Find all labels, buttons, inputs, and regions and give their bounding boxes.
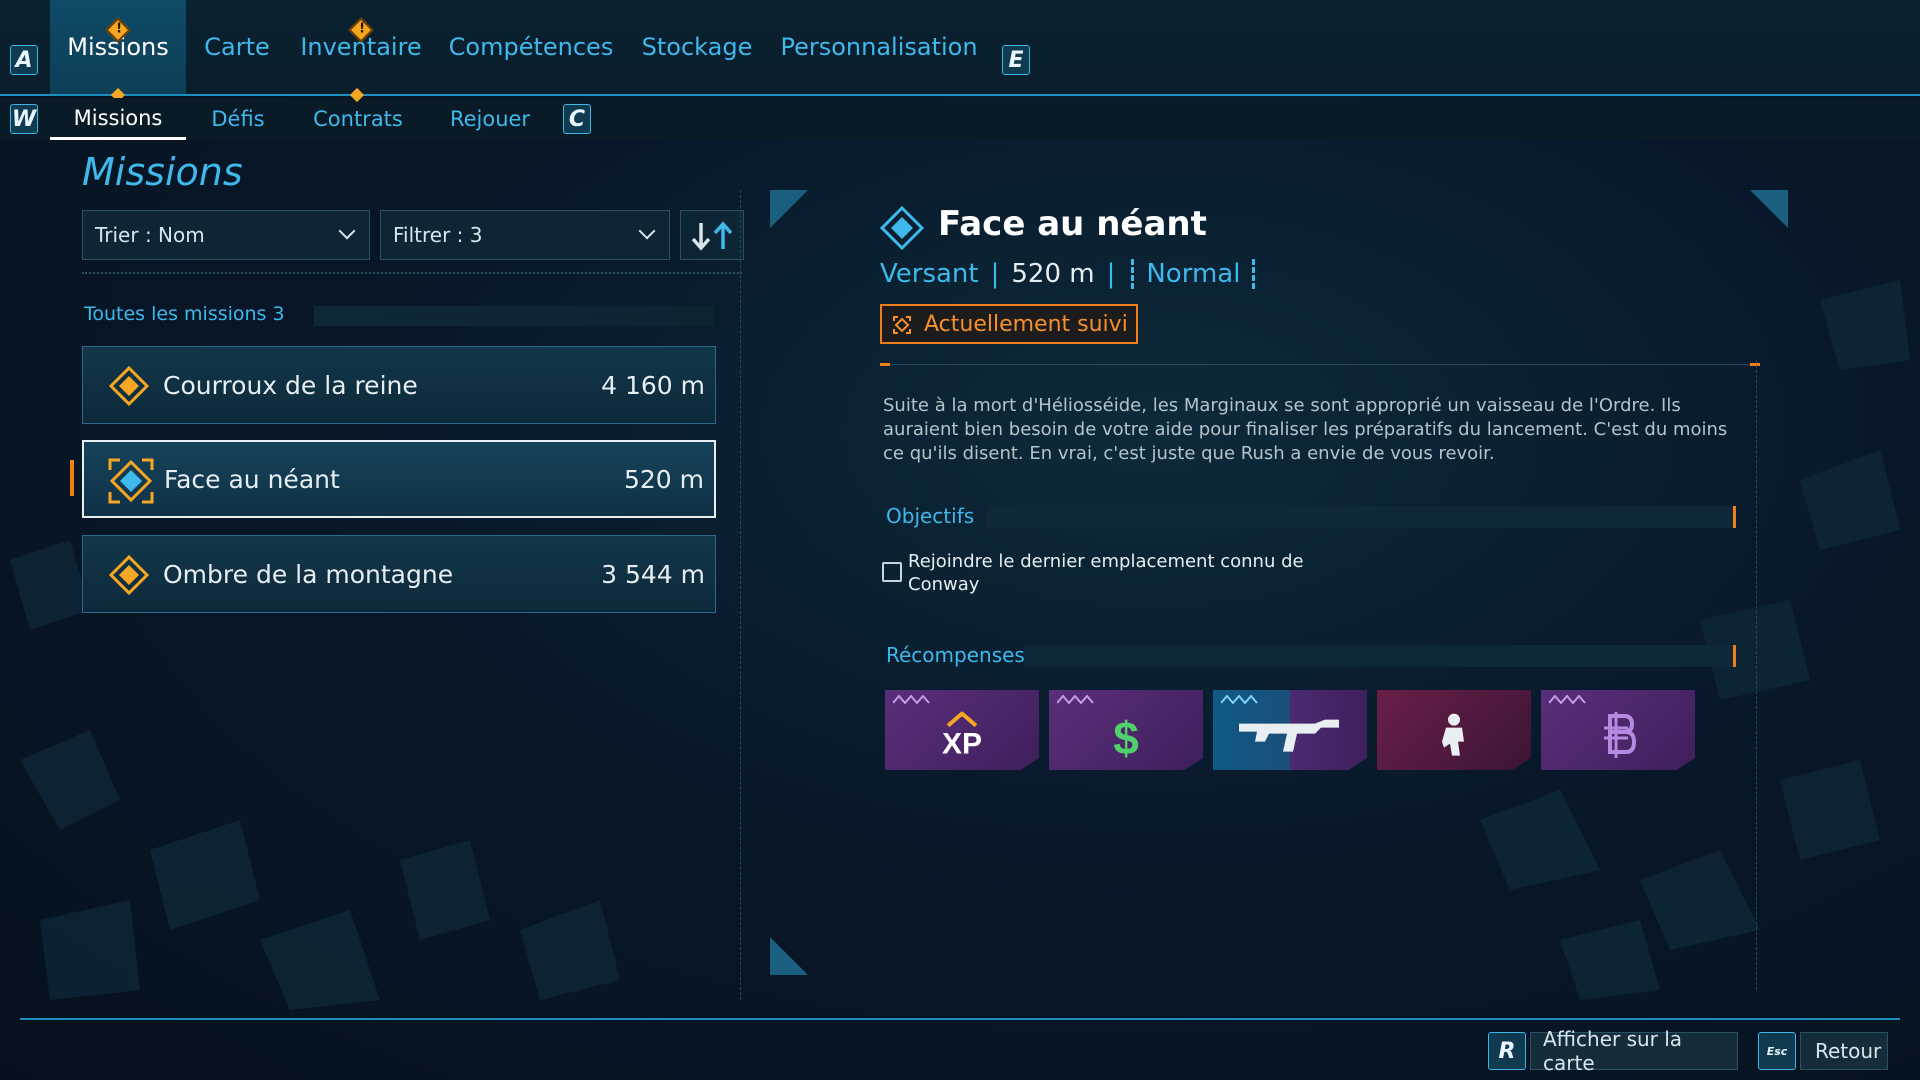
xp-icon: XP [942, 711, 982, 758]
panel-divider [740, 190, 741, 1000]
subnav-next-key[interactable]: C [563, 104, 591, 134]
mission-name: Face au néant [164, 464, 340, 494]
filter-dropdown-label: Filtrer : 3 [393, 223, 483, 247]
tab-missions[interactable]: Missions [50, 0, 186, 94]
nav-prev-key[interactable]: A [10, 45, 38, 75]
subtab-rejouer[interactable]: Rejouer [440, 98, 540, 140]
objectives-header: Objectifs [880, 504, 1736, 530]
chevron-down-icon [338, 222, 356, 240]
reward-weapon[interactable] [1213, 690, 1367, 770]
mission-distance: 4 160 m [601, 370, 705, 400]
back-label: Retour [1815, 1039, 1882, 1063]
subtab-missions[interactable]: Missions [50, 98, 186, 140]
esc-key[interactable]: Esc [1758, 1032, 1796, 1070]
tier-chevrons-icon [1221, 694, 1258, 704]
subnav-prev-key[interactable]: W [10, 104, 38, 134]
tracked-icon [893, 316, 911, 334]
tab-label: Stockage [641, 33, 753, 61]
tab-label: Compétences [448, 33, 614, 61]
objective-text: Rejoindre le dernier emplacement connu d… [908, 551, 1304, 595]
divider-tick [1750, 363, 1760, 366]
sort-dropdown[interactable]: Trier : Nom [82, 210, 370, 260]
mission-description: Suite à la mort d'Héliosséide, les Margi… [883, 395, 1728, 464]
sort-order-button[interactable] [680, 210, 744, 260]
mission-distance-detail: 520 m [1011, 259, 1095, 289]
eridium-icon [1604, 712, 1637, 758]
subtab-label: Contrats [313, 107, 403, 131]
tab-stockage[interactable]: Stockage [634, 0, 760, 94]
mission-name: Ombre de la montagne [163, 559, 454, 589]
xp-text: XP [942, 728, 982, 758]
subtab-label: Missions [73, 105, 163, 130]
mission-title: Face au néant [938, 204, 1207, 244]
tab-label: Carte [204, 33, 270, 61]
money-text: $ [1113, 712, 1139, 760]
reward-currency[interactable] [1541, 690, 1695, 770]
subtab-label: Défis [211, 107, 265, 131]
mission-row-courroux[interactable]: Courroux de la reine 4 160 m [82, 346, 716, 424]
mission-distance: 520 m [623, 464, 704, 494]
subtab-defis[interactable]: Défis [200, 98, 276, 140]
reward-xp[interactable]: XP [885, 690, 1039, 770]
detail-divider [880, 364, 1760, 365]
tier-chevrons-icon [893, 694, 930, 704]
mission-group-header: Toutes les missions 3 [84, 303, 714, 329]
subtab-label: Rejouer [449, 107, 531, 131]
selection-marker [70, 460, 74, 496]
character-icon [1442, 713, 1464, 756]
mission-type-icon [880, 206, 924, 250]
tab-inventaire[interactable]: Inventaire [296, 0, 426, 94]
rewards-header: Récompenses [880, 643, 1736, 669]
show-on-map-button[interactable]: Afficher sur la carte [1530, 1027, 1738, 1075]
mission-diamond-icon [109, 555, 149, 595]
tracked-mission-icon [108, 458, 154, 504]
mission-difficulty: Normal [1131, 259, 1256, 289]
rewards-header-bar [1024, 645, 1736, 667]
mission-meta: Versant | 520 m | Normal [880, 258, 1256, 290]
mission-row-face-au-neant[interactable]: Face au néant 520 m [82, 440, 716, 518]
map-key[interactable]: R [1488, 1032, 1526, 1070]
mission-distance: 3 544 m [601, 559, 705, 589]
rewards-label: Récompenses [886, 643, 1025, 667]
tab-label: Personnalisation [780, 33, 978, 61]
tier-chevrons-icon [1549, 694, 1586, 704]
right-panel-border [1756, 360, 1757, 990]
tracked-status-badge: Actuellement suivi [880, 304, 1138, 344]
back-button[interactable]: Retour [1800, 1032, 1888, 1070]
footer-divider [20, 1018, 1900, 1020]
tracked-label: Actuellement suivi [924, 311, 1128, 337]
divider-tick [880, 363, 890, 366]
show-on-map-label: Afficher sur la carte [1543, 1027, 1683, 1075]
mission-diamond-icon [109, 366, 149, 406]
objectives-label: Objectifs [886, 504, 975, 528]
tab-carte[interactable]: Carte [192, 0, 282, 94]
tab-competences[interactable]: Compétences [446, 0, 616, 94]
page-title: Missions [82, 150, 243, 194]
filter-dropdown[interactable]: Filtrer : 3 [380, 210, 670, 260]
top-navigation: A Missions Carte Inventaire Compétences … [0, 0, 1920, 103]
reward-cosmetic[interactable] [1377, 690, 1531, 770]
sort-dropdown-label: Trier : Nom [95, 223, 205, 247]
objective-checkbox[interactable] [882, 562, 902, 582]
group-label: Toutes les missions 3 [84, 303, 285, 325]
mission-row-ombre[interactable]: Ombre de la montagne 3 544 m [82, 535, 716, 613]
group-header-bar [314, 306, 714, 326]
reward-money[interactable]: $ [1049, 690, 1203, 770]
chevron-down-icon [638, 222, 656, 240]
filter-divider [82, 272, 742, 274]
sort-arrows-icon [691, 221, 733, 251]
objectives-header-bar [986, 506, 1736, 528]
meta-separator: | [1106, 259, 1116, 289]
subtab-contrats[interactable]: Contrats [302, 98, 414, 140]
tab-personnalisation[interactable]: Personnalisation [776, 0, 982, 94]
mission-region: Versant [880, 259, 979, 289]
tier-chevrons-icon [1057, 694, 1094, 704]
sub-navigation: W Missions Défis Contrats Rejouer C [0, 98, 1920, 140]
nav-next-key[interactable]: E [1002, 45, 1030, 75]
weapon-icon [1239, 719, 1339, 752]
meta-separator: | [990, 259, 1000, 289]
mission-name: Courroux de la reine [163, 370, 418, 400]
money-icon: $ [1113, 712, 1139, 760]
